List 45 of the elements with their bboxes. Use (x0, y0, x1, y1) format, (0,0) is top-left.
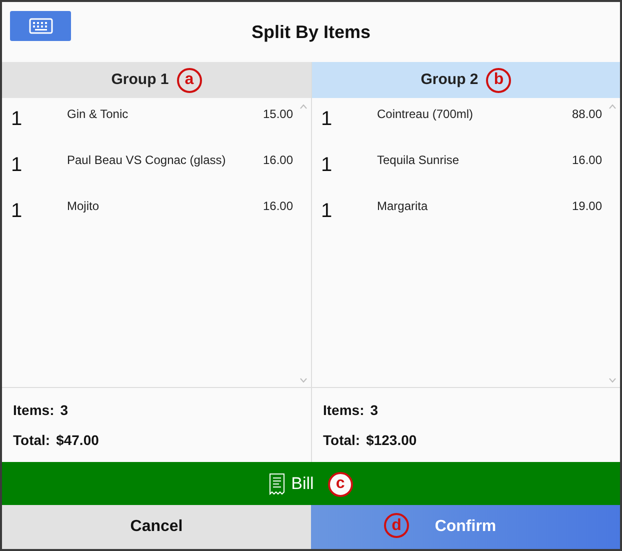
items-count: 3 (370, 401, 378, 420)
items-count: 3 (60, 401, 68, 420)
item-name: Paul Beau VS Cognac (glass) (67, 152, 227, 169)
total-amount: $47.00 (56, 431, 99, 450)
item-quantity: 1 (11, 153, 24, 178)
group-label: Group 1 (111, 70, 169, 90)
item-price: 88.00 (572, 106, 602, 123)
total-label: Total: (13, 431, 50, 450)
dialog-title: Split By Items (251, 20, 371, 44)
callout-marker: d (384, 513, 409, 538)
keyboard-button[interactable] (10, 11, 71, 41)
item-price: 16.00 (572, 152, 602, 169)
item-quantity: 1 (321, 153, 334, 178)
scroll-down-icon[interactable] (300, 378, 307, 383)
item-quantity: 1 (11, 107, 24, 132)
item-price: 16.00 (262, 152, 293, 169)
callout-marker: c (328, 472, 353, 497)
keyboard-icon (28, 18, 52, 34)
item-price: 19.00 (572, 198, 602, 215)
group-tab[interactable]: Group 1 a (2, 62, 311, 98)
items-label: Items: (323, 401, 364, 420)
group-tab[interactable]: Group 2 b (312, 62, 620, 98)
callout-marker: a (176, 68, 202, 92)
item-quantity: 1 (321, 107, 334, 132)
item-quantity: 1 (11, 199, 24, 224)
item-price: 15.00 (262, 106, 293, 123)
item-quantity: 1 (321, 199, 334, 224)
bill-button[interactable]: Bill c (2, 462, 620, 505)
total-label: Total: (323, 431, 360, 450)
item-name: Margarita (377, 198, 429, 215)
scroll-down-icon[interactable] (609, 378, 616, 383)
item-name: Tequila Sunrise (377, 152, 460, 169)
total-amount: $123.00 (366, 431, 417, 450)
callout-marker: b (486, 68, 512, 92)
scroll-up-icon[interactable] (609, 104, 616, 109)
item-name: Mojito (67, 198, 100, 215)
scroll-up-icon[interactable] (300, 104, 307, 109)
group-label: Group 2 (420, 70, 478, 90)
item-name: Gin & Tonic (67, 106, 130, 123)
cancel-button[interactable]: Cancel (2, 505, 311, 549)
items-label: Items: (13, 401, 54, 420)
item-name: Cointreau (700ml) (377, 106, 474, 123)
item-price: 16.00 (262, 198, 293, 215)
confirm-button[interactable]: Confirm (434, 515, 496, 539)
receipt-icon (269, 472, 286, 494)
